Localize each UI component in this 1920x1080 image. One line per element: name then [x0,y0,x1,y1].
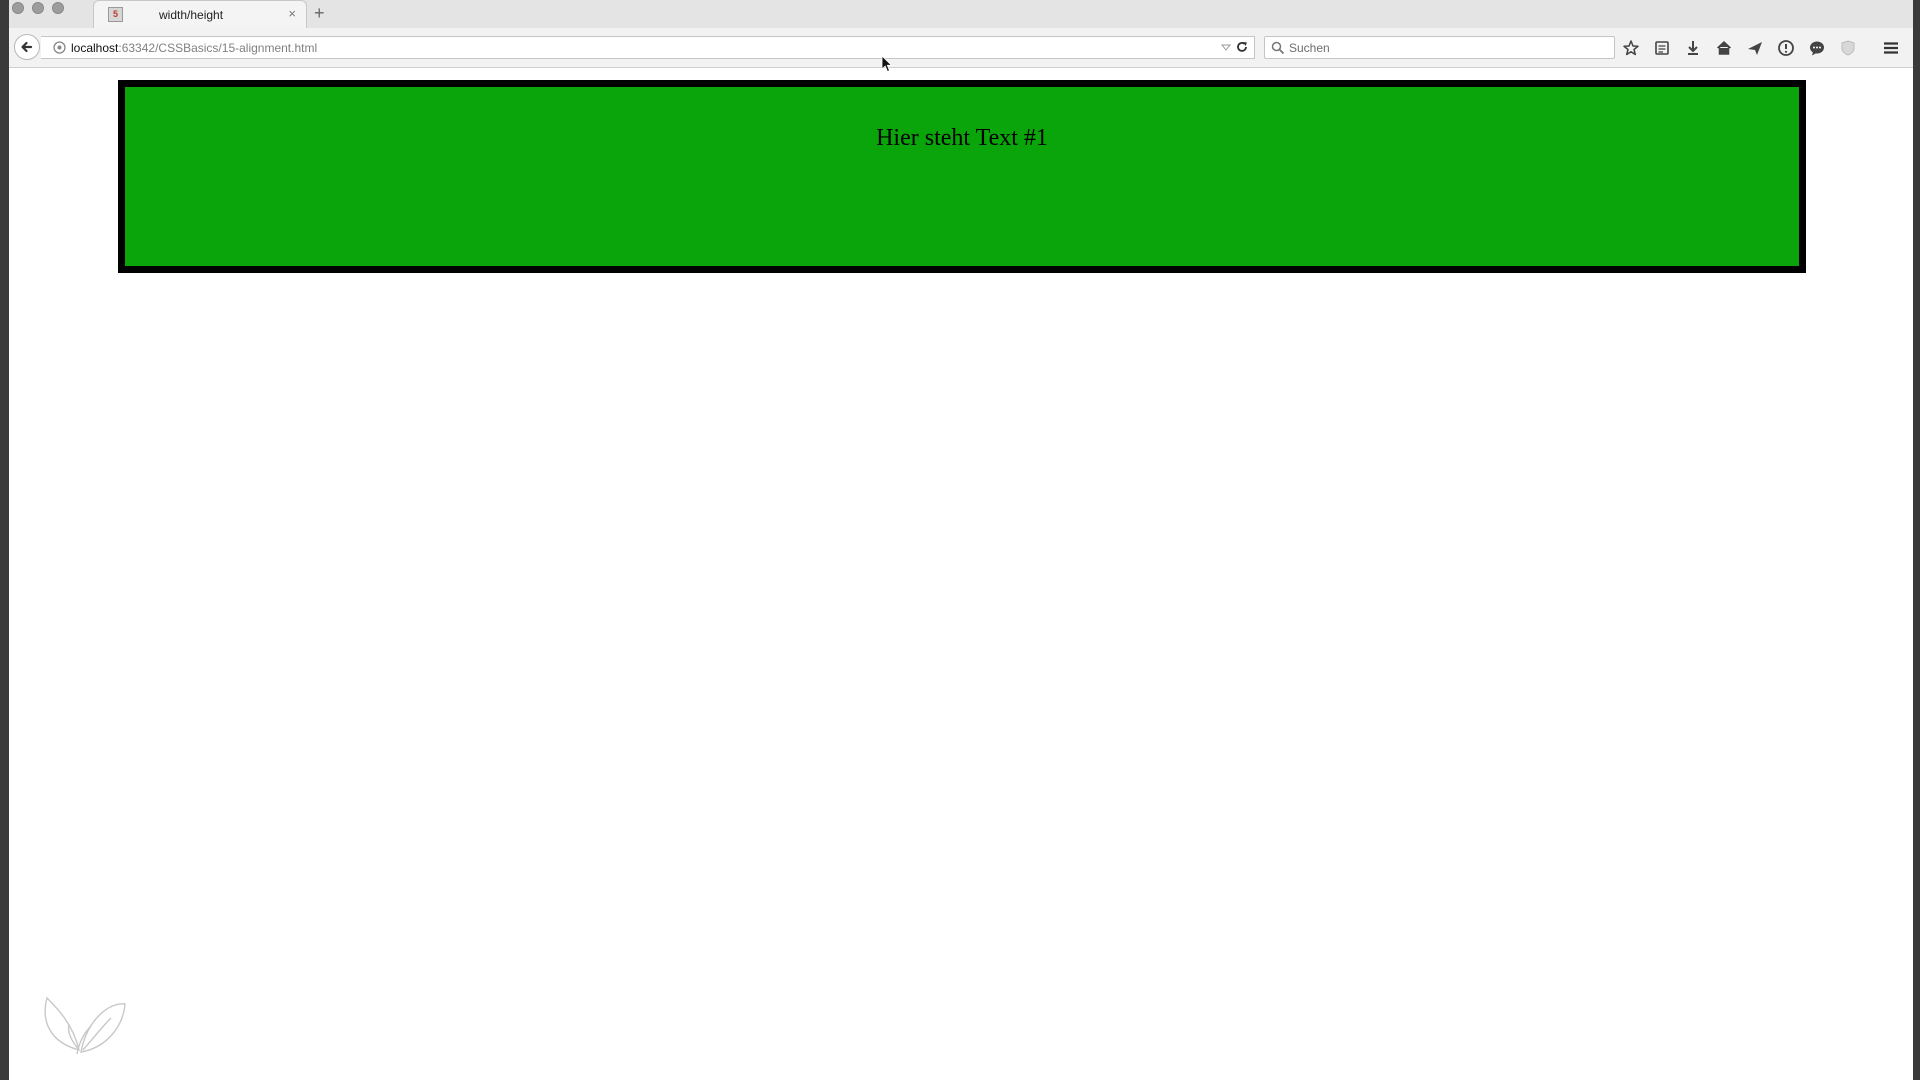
shield-icon[interactable] [1839,39,1857,57]
zoom-window-button[interactable] [52,2,64,14]
butterfly-logo-icon [44,996,126,1055]
tab-strip: 5 width/height × + [9,0,1913,29]
nav-toolbar: localhost:63342/CSSBasics/15-alignment.h… [9,28,1913,68]
back-arrow-icon [21,41,33,53]
send-icon[interactable] [1746,39,1764,57]
reading-list-icon[interactable] [1653,39,1671,57]
address-bar[interactable]: localhost:63342/CSSBasics/15-alignment.h… [41,36,1255,59]
search-box[interactable]: Suchen [1264,36,1615,59]
page-content: Hier steht Text #1 [9,55,1913,1080]
window-frame-left [0,0,9,1080]
tab-title: width/height [159,8,224,22]
bookmark-star-icon[interactable] [1622,39,1640,57]
site-info-icon[interactable] [53,41,66,54]
tab-favicon-icon: 5 [108,7,123,22]
tab-active[interactable]: 5 width/height × [93,0,307,28]
mouse-cursor-icon [881,55,893,73]
browser-window: 5 width/height × + localhost:63342/CSSBa… [9,0,1913,1080]
url-host: localhost [71,41,119,55]
close-window-button[interactable] [12,2,24,14]
search-icon [1271,41,1285,55]
tab-close-icon[interactable]: × [288,6,296,21]
info-icon[interactable] [1777,39,1795,57]
url-text[interactable]: localhost:63342/CSSBasics/15-alignment.h… [71,41,317,55]
back-button[interactable] [14,34,40,60]
home-icon[interactable] [1715,39,1733,57]
chat-icon[interactable] [1808,39,1826,57]
reload-icon[interactable] [1235,40,1249,54]
search-placeholder: Suchen [1289,41,1330,55]
minimize-window-button[interactable] [32,2,44,14]
url-path: :63342/CSSBasics/15-alignment.html [118,41,318,55]
dropdown-icon[interactable] [1220,41,1232,53]
menu-icon[interactable] [1882,39,1900,57]
box-text: Hier steht Text #1 [876,125,1048,151]
window-frame-right [1913,0,1920,1080]
green-box: Hier steht Text #1 [118,80,1806,273]
download-icon[interactable] [1684,39,1702,57]
new-tab-button[interactable]: + [314,3,325,23]
